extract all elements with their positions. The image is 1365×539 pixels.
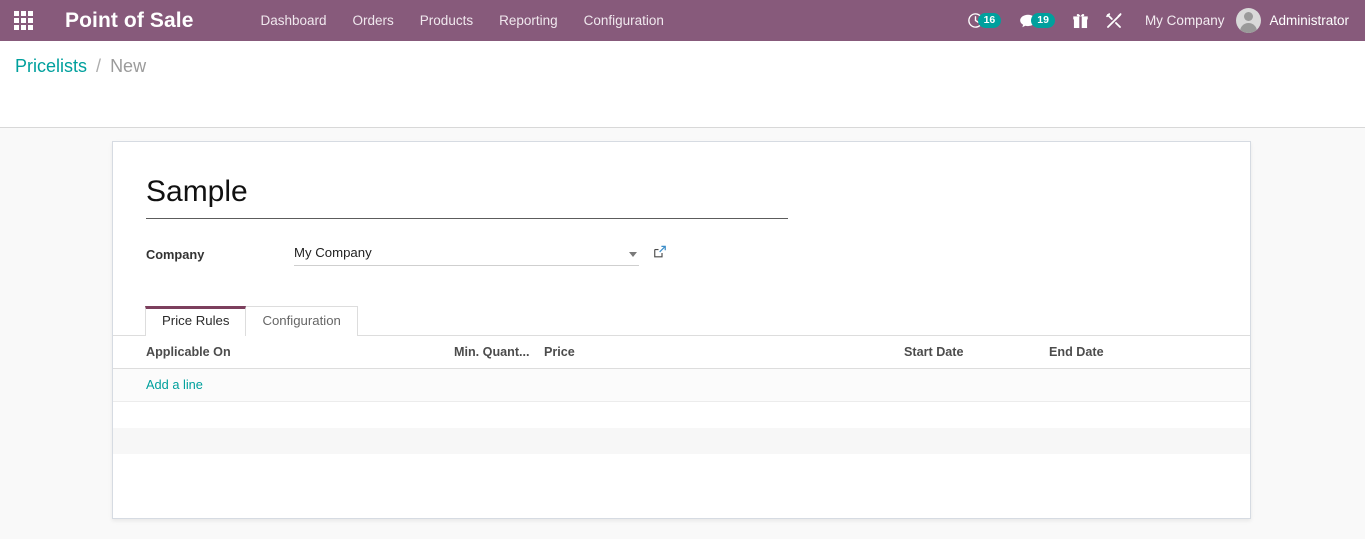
add-line-cell: Add a line (113, 368, 1250, 402)
column-end-date[interactable]: End Date (1043, 336, 1250, 369)
breadcrumb-separator: / (96, 56, 102, 76)
content-area: Company Price Rules Configuration (0, 128, 1365, 539)
gift-box-icon (1073, 13, 1088, 28)
tab-price-rules[interactable]: Price Rules (145, 305, 247, 336)
notebook-tabs: Price Rules Configuration (113, 305, 1250, 336)
tab-configuration[interactable]: Configuration (245, 305, 358, 336)
company-field-label: Company (146, 247, 205, 262)
column-min-quantity[interactable]: Min. Quant... (448, 336, 538, 369)
user-name-label: Administrator (1269, 13, 1349, 28)
wrench-tools-icon (1106, 12, 1122, 28)
price-rules-table-head: Applicable On Min. Quant... Price Start … (113, 336, 1250, 369)
control-panel: Pricelists / New SAVE DISCARD (0, 41, 1365, 159)
app-brand-title[interactable]: Point of Sale (65, 9, 193, 33)
messages-count-badge: 19 (1031, 12, 1055, 29)
column-applicable-on[interactable]: Applicable On (113, 336, 448, 369)
activities-count-badge: 16 (977, 12, 1002, 29)
column-start-date[interactable]: Start Date (898, 336, 1043, 369)
menu-item-dashboard[interactable]: Dashboard (247, 0, 339, 41)
systray: 16 19 My Company Administrator (958, 0, 1365, 41)
top-navbar: Point of Sale Dashboard Orders Products … (0, 0, 1365, 41)
pricelist-name-input[interactable] (146, 175, 788, 219)
main-menu: Dashboard Orders Products Reporting Conf… (247, 0, 676, 41)
menu-item-configuration[interactable]: Configuration (571, 0, 677, 41)
breadcrumb-pricelists[interactable]: Pricelists (15, 56, 87, 76)
form-sheet: Company Price Rules Configuration (112, 141, 1251, 519)
user-avatar-icon (1236, 8, 1262, 33)
messages-menu-button[interactable]: 19 (1010, 0, 1064, 41)
breadcrumb-current: New (110, 56, 147, 76)
external-link-icon[interactable] (653, 245, 667, 264)
apps-grid-icon (13, 11, 33, 30)
gift-menu-button[interactable] (1064, 0, 1097, 41)
company-switcher[interactable]: My Company (1131, 13, 1237, 28)
table-filler-row (113, 453, 1250, 480)
table-filler-row (113, 401, 1250, 428)
menu-item-products[interactable]: Products (407, 0, 486, 41)
chevron-down-icon[interactable] (629, 252, 637, 257)
company-field-row: Company (146, 245, 1250, 266)
tools-menu-button[interactable] (1097, 0, 1131, 41)
notebook: Price Rules Configuration Applicable On … (113, 305, 1250, 480)
column-price[interactable]: Price (538, 336, 898, 369)
user-menu-button[interactable]: Administrator (1236, 8, 1351, 33)
breadcrumb: Pricelists / New (15, 55, 146, 77)
record-title-row (113, 142, 1250, 219)
add-line-row[interactable]: Add a line (113, 368, 1250, 402)
add-a-line-button[interactable]: Add a line (146, 377, 203, 392)
menu-item-orders[interactable]: Orders (340, 0, 407, 41)
table-filler-row (113, 427, 1250, 454)
price-rules-table-body: Add a line (113, 368, 1250, 480)
menu-item-reporting[interactable]: Reporting (486, 0, 571, 41)
price-rules-table: Applicable On Min. Quant... Price Start … (113, 336, 1250, 480)
company-field-control (294, 245, 639, 266)
apps-menu-button[interactable] (0, 0, 46, 41)
company-input[interactable] (294, 245, 639, 266)
table-header-row: Applicable On Min. Quant... Price Start … (113, 336, 1250, 369)
activities-menu-button[interactable]: 16 (958, 0, 1011, 41)
